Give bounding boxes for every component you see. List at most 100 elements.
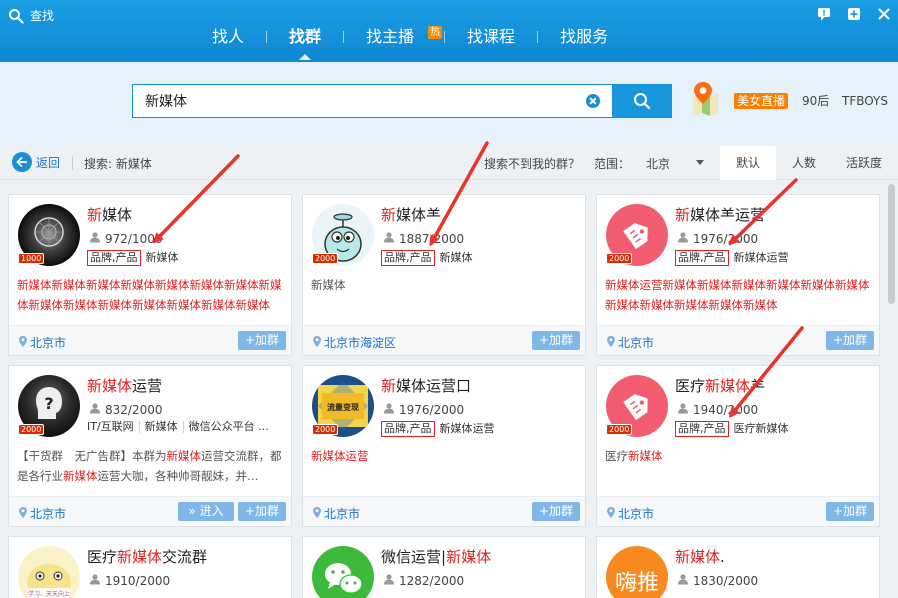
chevron-down-icon: [696, 160, 704, 165]
tag: 新媒体运营: [439, 422, 495, 435]
divider: [72, 156, 73, 170]
location-pin-icon: [607, 506, 615, 521]
card-footer: 北京市海淀区 +加群: [303, 325, 585, 355]
group-card[interactable]: 流量变现 2000 新媒体运营⼝ 1976/2000 品牌,产品 新媒体运营 新媒…: [302, 365, 586, 527]
group-name[interactable]: 新媒体⺷: [381, 204, 581, 225]
range-label: 范围：: [594, 157, 631, 171]
card-footer: 北京市 +加群: [597, 325, 879, 355]
results-scrollbar[interactable]: [885, 180, 898, 598]
cant-find-my-group-link[interactable]: 搜索不到我的群？: [484, 155, 580, 172]
person-icon: [89, 402, 101, 417]
hot-link-tfboys[interactable]: TFBOYS: [842, 93, 888, 109]
app-title: 查找: [8, 7, 54, 24]
level-badge: 1000: [18, 253, 45, 264]
group-name[interactable]: 新媒体运营: [87, 375, 287, 396]
minimize-icon[interactable]: [846, 6, 862, 22]
group-card[interactable]: 2000 医疗新媒体⺷ 1940/2000 品牌,产品 医疗新媒体 医疗新媒体 北…: [596, 365, 880, 527]
filter-bar: 返回 搜索: 新媒体 搜索不到我的群？ 范围： 北京 默认 人数 活跃度: [0, 146, 898, 180]
person-icon: [677, 573, 689, 588]
tab-find-services[interactable]: 找服务: [538, 22, 630, 52]
join-group-button[interactable]: +加群: [532, 502, 580, 521]
tag: 品牌,产品: [675, 421, 729, 437]
hot-link-90s[interactable]: 90后: [802, 93, 829, 109]
search-band: 美女直播 90后 TFBOYS: [0, 62, 898, 146]
level-badge: 2000: [312, 253, 339, 264]
sort-default[interactable]: 默认: [720, 146, 776, 180]
app-title-text: 查找: [30, 9, 55, 23]
group-description: 新媒体: [311, 278, 346, 292]
group-description: 新媒体运营新媒体新媒体新媒体新媒体新媒体新媒体新媒体新媒体新媒体新媒体新媒体: [605, 278, 870, 312]
tab-find-people[interactable]: 找人: [190, 22, 266, 52]
person-icon: [383, 231, 395, 246]
group-description: 新媒体运营: [311, 449, 369, 463]
join-group-button[interactable]: +加群: [238, 502, 286, 521]
group-card[interactable]: ? 2000 新媒体运营 832/2000 IT/互联网 新媒体 微信公众平台 ..…: [8, 365, 292, 527]
join-group-button[interactable]: +加群: [826, 331, 874, 350]
group-tags: 品牌,产品 新媒体: [87, 250, 184, 266]
group-description: 【干货群 无广告群】本群为新媒体运营交流群，都是各行业新媒体运营大咖，各种帅哥靓…: [17, 449, 282, 483]
back-button[interactable]: 返回: [12, 152, 60, 172]
svg-text:?: ?: [44, 394, 53, 413]
card-footer: 北京市 +加群: [303, 496, 585, 526]
group-card[interactable]: 微信运营|新媒体 1282/2000: [302, 536, 586, 598]
sort-activity[interactable]: 活跃度: [832, 146, 896, 180]
tab-find-groups[interactable]: 找群: [267, 22, 343, 60]
group-avatar[interactable]: 学习、天天向上: [18, 546, 80, 598]
search-box: [132, 84, 612, 118]
search-icon: [8, 8, 24, 24]
level-badge: 2000: [606, 424, 633, 435]
group-avatar[interactable]: 嗨推: [606, 546, 668, 598]
clear-search-icon[interactable]: [586, 94, 600, 108]
range-dropdown[interactable]: 北京: [646, 155, 704, 172]
group-name[interactable]: 新媒体⺷运营: [675, 204, 875, 225]
group-tags: IT/互联网 新媒体 微信公众平台 ...: [87, 421, 274, 433]
join-group-button[interactable]: +加群: [532, 331, 580, 350]
results-grid: 1000 新媒体 972/1000 品牌,产品 新媒体 新媒体新媒体新媒体新媒体新…: [0, 180, 884, 598]
group-name[interactable]: 微信运营|新媒体: [381, 546, 581, 567]
map-location-icon[interactable]: [690, 80, 720, 116]
group-card[interactable]: 2000 新媒体⺷ 1887/2000 品牌,产品 新媒体 新媒体 北京市海淀区 …: [302, 194, 586, 356]
member-count: 1976/2000: [677, 231, 758, 246]
group-name[interactable]: 医疗新媒体交流群: [87, 546, 287, 567]
group-card[interactable]: 1000 新媒体 972/1000 品牌,产品 新媒体 新媒体新媒体新媒体新媒体新…: [8, 194, 292, 356]
location-pin-icon: [19, 335, 27, 350]
window-controls: [816, 6, 892, 22]
group-name[interactable]: 新媒体: [87, 204, 287, 225]
person-icon: [89, 231, 101, 246]
search-input[interactable]: [145, 85, 575, 117]
group-name[interactable]: 新媒体运营⼝: [381, 375, 581, 396]
group-tags: 品牌,产品 新媒体: [381, 250, 478, 266]
search-button[interactable]: [612, 84, 672, 118]
join-group-button[interactable]: +加群: [826, 502, 874, 521]
tab-find-streamers[interactable]: 找主播热: [344, 22, 444, 52]
tab-find-courses[interactable]: 找课程: [445, 22, 537, 52]
card-footer: 北京市 » 进入 +加群: [9, 496, 291, 526]
hot-badge: 热: [428, 26, 443, 39]
group-card[interactable]: 学习、天天向上 医疗新媒体交流群 1910/2000: [8, 536, 292, 598]
member-count: 1910/2000: [89, 573, 170, 588]
member-count: 1282/2000: [383, 573, 464, 588]
member-count: 1976/2000: [383, 402, 464, 417]
group-avatar[interactable]: [312, 546, 374, 598]
group-name[interactable]: 新媒体.: [675, 546, 875, 567]
tag: 品牌,产品: [381, 250, 435, 266]
avatar-text: 流量变现: [327, 402, 359, 412]
person-icon: [677, 402, 689, 417]
group-card[interactable]: 2000 新媒体⺷运营 1976/2000 品牌,产品 新媒体运营 新媒体运营新媒…: [596, 194, 880, 356]
tag: 新媒体: [145, 251, 179, 264]
sort-members[interactable]: 人数: [776, 146, 832, 180]
search-icon: [634, 93, 651, 110]
group-card[interactable]: 嗨推 新媒体. 1830/2000: [596, 536, 880, 598]
main-nav: 找人 找群 找主播热 找课程 找服务: [190, 22, 630, 60]
join-group-button[interactable]: +加群: [238, 331, 286, 350]
group-description: 医疗新媒体: [605, 449, 663, 463]
group-tags: 品牌,产品 新媒体运营: [381, 421, 500, 437]
hot-tag-beauty-live[interactable]: 美女直播: [734, 93, 789, 109]
avatar-text: 嗨推: [615, 571, 659, 596]
group-tags: 品牌,产品 医疗新媒体: [675, 421, 794, 437]
scrollbar-thumb[interactable]: [888, 184, 895, 304]
enter-group-button[interactable]: » 进入: [178, 502, 234, 521]
close-icon[interactable]: [876, 6, 892, 22]
group-name[interactable]: 医疗新媒体⺷: [675, 375, 875, 396]
feedback-icon[interactable]: [816, 6, 832, 22]
